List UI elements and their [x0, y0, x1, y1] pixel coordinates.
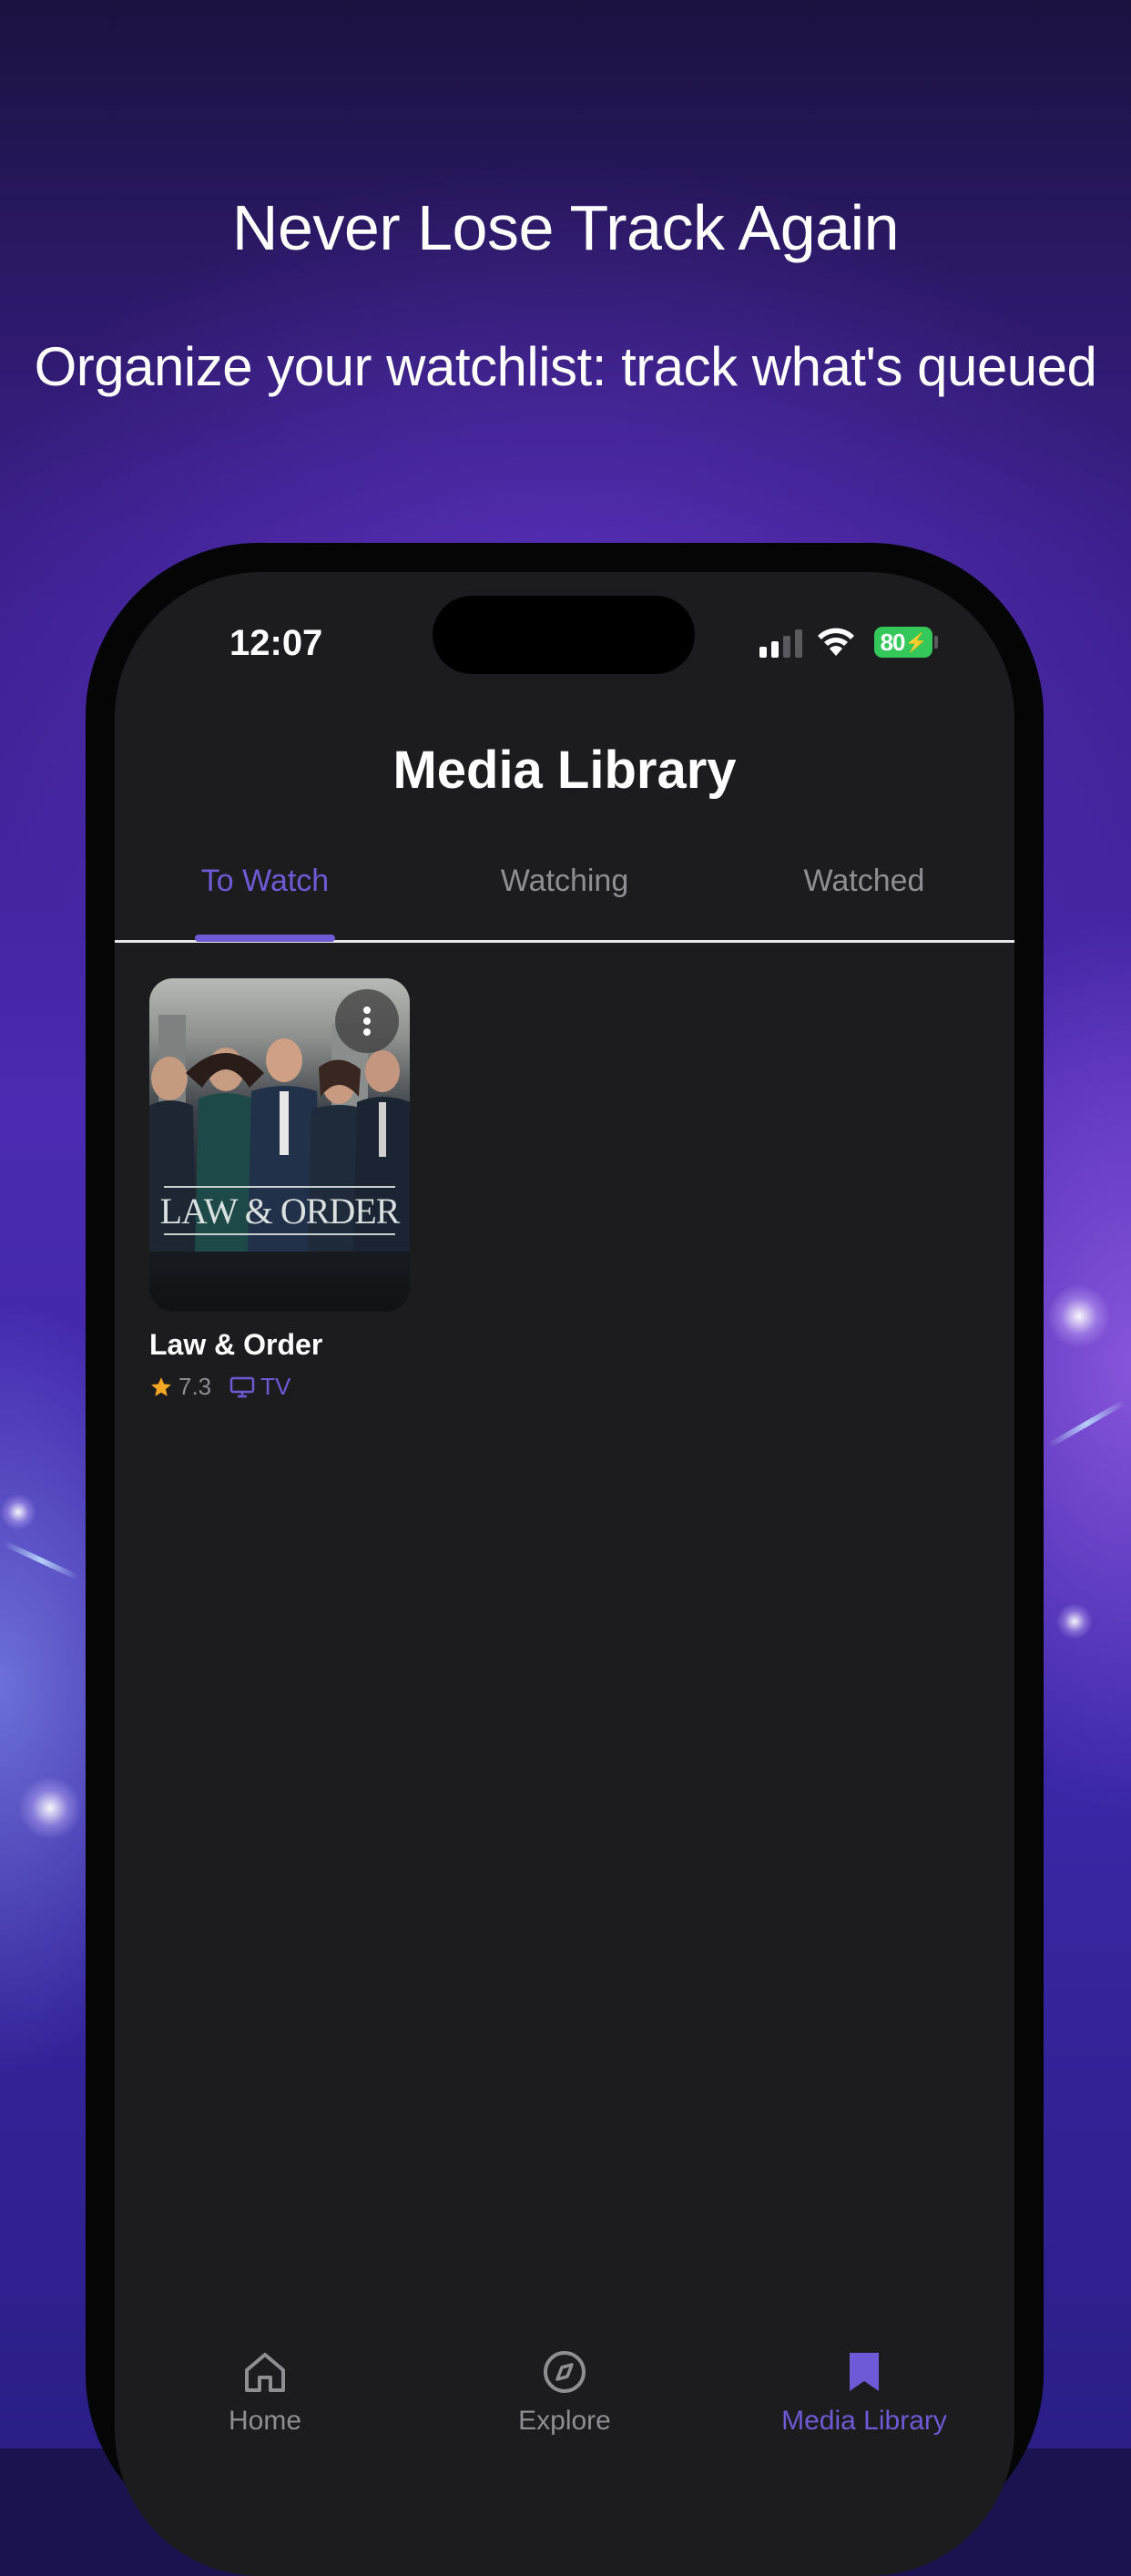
media-meta: 7.3 TV [149, 1373, 410, 1401]
light-flare [1056, 1603, 1093, 1640]
dynamic-island [433, 596, 695, 674]
bottom-navigation: Home Explore Media Library [115, 2350, 1014, 2478]
light-flare [0, 1494, 36, 1530]
battery-level: 80 [880, 628, 906, 656]
cellular-signal-icon [759, 629, 802, 658]
charging-bolt-icon: ⚡ [904, 632, 928, 653]
bookmark-icon [850, 2353, 879, 2391]
nav-explore-label: Explore [518, 2406, 611, 2436]
compass-icon [544, 2351, 586, 2393]
media-poster[interactable]: LAW & ORDER [149, 978, 410, 1312]
page-title: Media Library [392, 741, 737, 800]
media-type: TV [260, 1373, 291, 1400]
nav-home-label: Home [228, 2406, 302, 2436]
tab-watched[interactable]: Watched [714, 864, 1014, 899]
media-card[interactable]: LAW & ORDER Law & Order 7.3 TV [149, 978, 410, 1401]
battery-indicator: 80 ⚡ [874, 627, 932, 658]
more-vertical-icon [363, 1007, 371, 1036]
light-flare [1047, 1284, 1111, 1348]
light-flare [18, 1776, 82, 1840]
poster-logo-text: LAW & ORDER [159, 1191, 401, 1232]
poster-logo-rule [164, 1186, 395, 1188]
more-options-button[interactable] [335, 989, 399, 1053]
home-icon [245, 2353, 285, 2392]
battery-cap [934, 636, 938, 649]
phone-screen: 12:07 80 ⚡ Media Library To Watch Watchin… [115, 572, 1014, 2576]
nav-media-library[interactable]: Media Library [714, 2350, 1014, 2437]
tab-watching[interactable]: Watching [414, 864, 715, 899]
media-title: Law & Order [149, 1328, 323, 1361]
media-rating: 7.3 [178, 1373, 212, 1400]
nav-explore[interactable]: Explore [414, 2350, 715, 2437]
nav-home[interactable]: Home [115, 2350, 415, 2437]
status-time: 12:07 [229, 623, 323, 663]
active-tab-indicator [195, 935, 335, 942]
wifi-icon [818, 628, 854, 656]
tab-to-watch[interactable]: To Watch [115, 864, 415, 899]
poster-logo-rule [164, 1233, 395, 1235]
promo-subline: Organize your watchlist: track what's qu… [34, 336, 1097, 397]
promo-headline: Never Lose Track Again [231, 192, 900, 263]
nav-media-library-label: Media Library [781, 2406, 947, 2436]
tv-icon [229, 1376, 255, 1397]
star-icon [151, 1376, 171, 1396]
library-tabs: To Watch Watching Watched [115, 864, 1014, 918]
